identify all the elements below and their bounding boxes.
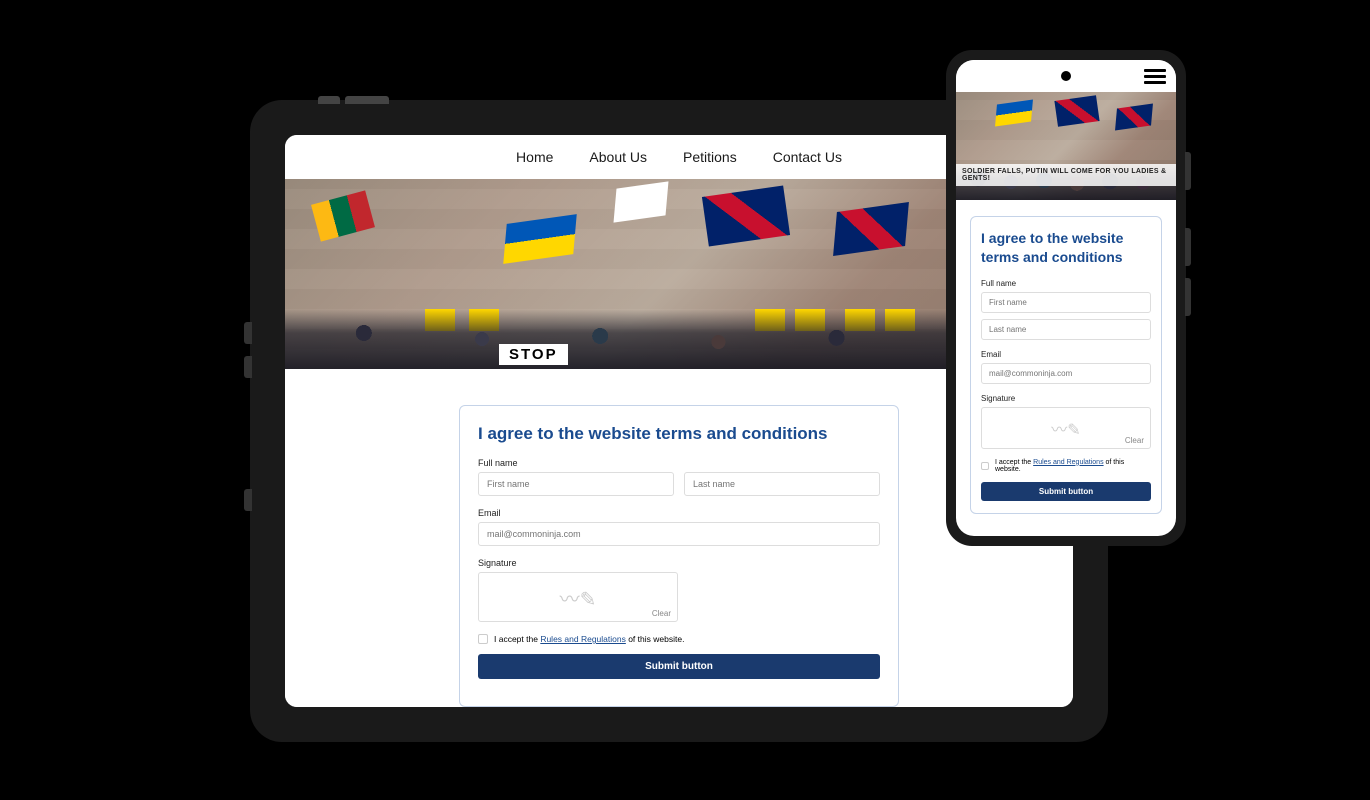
tablet-notch	[345, 96, 389, 104]
accept-terms-text: I accept the Rules and Regulations of th…	[494, 634, 684, 644]
stop-sign: STOP	[499, 344, 568, 365]
tablet-notch	[318, 96, 340, 104]
clear-signature-link[interactable]: Clear	[652, 609, 671, 618]
form-title: I agree to the website terms and conditi…	[981, 229, 1151, 267]
hero-image: SOLDIER FALLS, PUTIN WILL COME FOR YOU L…	[956, 92, 1176, 200]
accept-terms-checkbox[interactable]	[478, 634, 488, 644]
signature-pad[interactable]: 〰✎ Clear	[981, 407, 1151, 449]
email-label: Email	[981, 350, 1151, 359]
signature-label: Signature	[478, 558, 880, 568]
accept-terms-checkbox[interactable]	[981, 462, 989, 470]
phone-screen: SOLDIER FALLS, PUTIN WILL COME FOR YOU L…	[956, 60, 1176, 536]
banner-text: SOLDIER FALLS, PUTIN WILL COME FOR YOU L…	[956, 164, 1176, 186]
rules-regulations-link[interactable]: Rules and Regulations	[540, 634, 626, 644]
first-name-input[interactable]	[478, 472, 674, 496]
nav-home[interactable]: Home	[516, 149, 553, 165]
phone-side-button	[1185, 228, 1191, 266]
email-input[interactable]	[981, 363, 1151, 384]
signature-placeholder-icon: 〰✎	[1051, 416, 1080, 440]
signature-placeholder-icon: 〰✎	[560, 583, 597, 612]
nav-contact[interactable]: Contact Us	[773, 149, 842, 165]
content-area: I agree to the website terms and conditi…	[956, 200, 1176, 514]
clear-signature-link[interactable]: Clear	[1125, 436, 1144, 445]
phone-side-button	[1185, 278, 1191, 316]
email-label: Email	[478, 508, 880, 518]
submit-button[interactable]: Submit button	[478, 654, 880, 679]
phone-side-button	[1185, 152, 1191, 190]
email-input[interactable]	[478, 522, 880, 546]
submit-button[interactable]: Submit button	[981, 482, 1151, 501]
accept-terms-row: I accept the Rules and Regulations of th…	[478, 634, 880, 644]
form-title: I agree to the website terms and conditi…	[478, 424, 880, 444]
accept-terms-row: I accept the Rules and Regulations of th…	[981, 459, 1151, 473]
last-name-input[interactable]	[684, 472, 880, 496]
full-name-label: Full name	[981, 279, 1151, 288]
phone-camera	[1061, 71, 1071, 81]
nav-petitions[interactable]: Petitions	[683, 149, 737, 165]
last-name-input[interactable]	[981, 319, 1151, 340]
full-name-label: Full name	[478, 458, 880, 468]
terms-form-card: I agree to the website terms and conditi…	[459, 405, 899, 707]
rules-regulations-link[interactable]: Rules and Regulations	[1033, 459, 1103, 466]
tablet-side-button	[244, 356, 252, 378]
accept-terms-text: I accept the Rules and Regulations of th…	[995, 459, 1151, 473]
tablet-side-button	[244, 489, 252, 511]
nav-about[interactable]: About Us	[589, 149, 647, 165]
signature-pad[interactable]: 〰✎ Clear	[478, 572, 678, 622]
hamburger-menu-icon[interactable]	[1144, 69, 1166, 84]
first-name-input[interactable]	[981, 292, 1151, 313]
signature-label: Signature	[981, 394, 1151, 403]
tablet-side-button	[244, 322, 252, 344]
terms-form-card: I agree to the website terms and conditi…	[970, 216, 1162, 514]
phone-device-frame: SOLDIER FALLS, PUTIN WILL COME FOR YOU L…	[946, 50, 1186, 546]
